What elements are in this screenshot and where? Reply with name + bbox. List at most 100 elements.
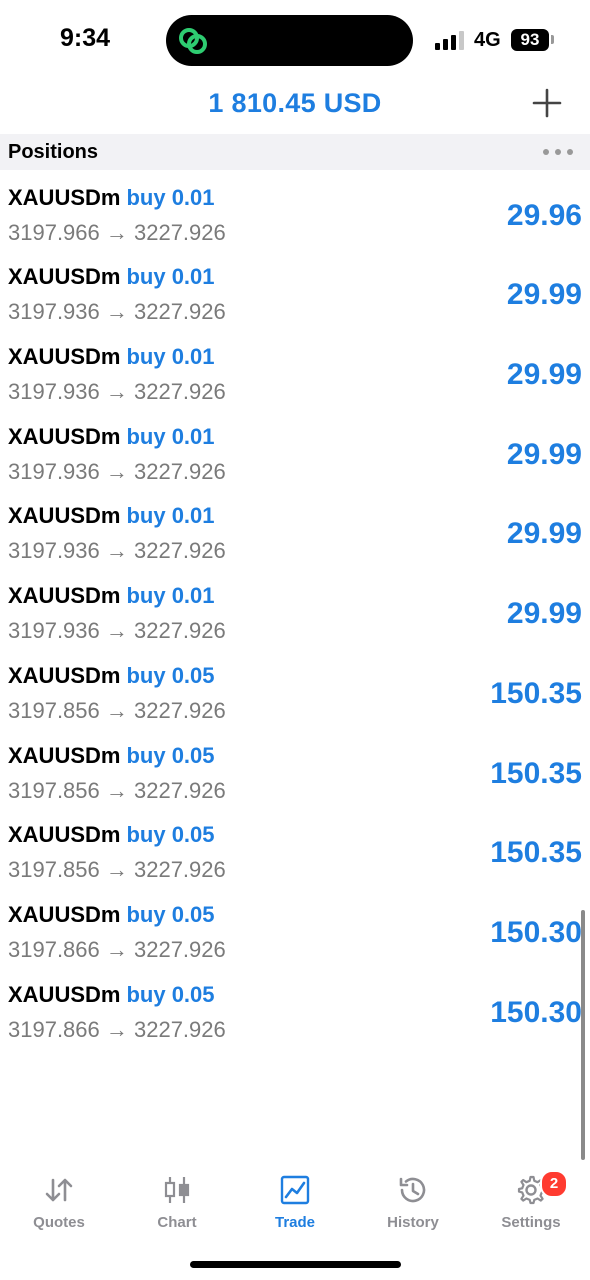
- tab-label: Quotes: [33, 1214, 85, 1231]
- position-prices: 3197.966 → 3227.926: [8, 219, 226, 245]
- link-circle-icon: [179, 28, 207, 54]
- position-side-volume: buy 0.01: [126, 344, 215, 370]
- more-dots-icon[interactable]: [540, 146, 576, 158]
- position-symbol: XAUUSDm: [8, 503, 121, 529]
- position-prices: 3197.936 → 3227.926: [8, 458, 226, 484]
- position-symbol: XAUUSDm: [8, 981, 121, 1007]
- tab-label: Settings: [501, 1214, 561, 1231]
- position-symbol: XAUUSDm: [8, 344, 121, 370]
- tab-bar: Quotes Chart Trade History 2 Settings: [0, 1160, 590, 1240]
- position-side-volume: buy 0.01: [126, 583, 215, 609]
- position-row[interactable]: XAUUSDm buy 0.05 3197.856 → 3227.926 150.35: [0, 655, 590, 735]
- quotes-arrows-icon: [45, 1178, 73, 1202]
- tab-quotes[interactable]: Quotes: [0, 1160, 118, 1240]
- position-side-volume: buy 0.05: [126, 901, 215, 927]
- position-prices: 3197.856 → 3227.926: [8, 857, 226, 883]
- position-side-volume: buy 0.05: [126, 822, 215, 848]
- plus-icon[interactable]: [530, 86, 564, 120]
- tab-chart[interactable]: Chart: [118, 1160, 236, 1240]
- position-symbol: XAUUSDm: [8, 184, 121, 210]
- position-symbol: XAUUSDm: [8, 901, 121, 927]
- position-side-volume: buy 0.05: [126, 742, 215, 768]
- position-instrument: XAUUSDm buy 0.05: [8, 663, 215, 689]
- status-time: 9:34: [60, 24, 111, 52]
- signal-icon: [435, 31, 464, 50]
- position-symbol: XAUUSDm: [8, 662, 121, 688]
- position-instrument: XAUUSDm buy 0.01: [8, 424, 215, 450]
- position-instrument: XAUUSDm buy 0.05: [8, 982, 215, 1008]
- position-row[interactable]: XAUUSDm buy 0.05 3197.856 → 3227.926 150.35: [0, 735, 590, 815]
- position-symbol: XAUUSDm: [8, 822, 121, 848]
- position-row[interactable]: XAUUSDm buy 0.01 3197.936 → 3227.926 29.99: [0, 256, 590, 336]
- tab-label: History: [387, 1214, 439, 1231]
- home-indicator[interactable]: [190, 1261, 401, 1268]
- position-instrument: XAUUSDm buy 0.01: [8, 185, 215, 211]
- positions-title: Positions: [8, 141, 99, 163]
- position-symbol: XAUUSDm: [8, 742, 121, 768]
- account-balance[interactable]: 1 810.45 USD: [0, 88, 590, 119]
- history-clock-icon: [399, 1177, 426, 1203]
- candlestick-chart-icon: [164, 1177, 190, 1203]
- tab-history[interactable]: History: [354, 1160, 472, 1240]
- position-row[interactable]: XAUUSDm buy 0.05 3197.866 → 3227.926 150.30: [0, 974, 590, 1054]
- position-instrument: XAUUSDm buy 0.05: [8, 902, 215, 928]
- position-profit: 150.35: [490, 836, 582, 870]
- positions-rows: XAUUSDm buy 0.01 3197.966 → 3227.926 29.96 X…: [0, 170, 590, 1053]
- position-symbol: XAUUSDm: [8, 583, 121, 609]
- network-type: 4G: [474, 29, 501, 51]
- position-row[interactable]: XAUUSDm buy 0.05 3197.856 → 3227.926 150.35: [0, 814, 590, 894]
- position-instrument: XAUUSDm buy 0.05: [8, 822, 215, 848]
- trade-chart-icon: [280, 1175, 310, 1205]
- position-prices: 3197.866 → 3227.926: [8, 1016, 226, 1042]
- position-prices: 3197.936 → 3227.926: [8, 299, 226, 325]
- position-profit: 29.99: [506, 517, 582, 551]
- notification-badge: 2: [540, 1170, 568, 1198]
- position-row[interactable]: XAUUSDmbuy 0.013197.966 → 3227.92629.96: [0, 170, 590, 177]
- position-side-volume: buy 0.01: [126, 503, 215, 529]
- position-profit: 150.35: [490, 756, 582, 790]
- header: 1 810.45 USD: [0, 80, 590, 132]
- position-instrument: XAUUSDm buy 0.01: [8, 264, 215, 290]
- scrollbar[interactable]: [581, 910, 585, 1160]
- status-bar: 9:34 4G 93: [0, 0, 590, 80]
- battery-nub: [551, 35, 554, 44]
- position-instrument: XAUUSDm buy 0.05: [8, 743, 215, 769]
- position-side-volume: buy 0.01: [126, 423, 215, 449]
- position-profit: 29.99: [506, 278, 582, 312]
- position-prices: 3197.866 → 3227.926: [8, 936, 226, 962]
- position-row[interactable]: XAUUSDm buy 0.05 3197.866 → 3227.926 150.30: [0, 894, 590, 974]
- position-side-volume: buy 0.01: [126, 184, 215, 210]
- position-prices: 3197.936 → 3227.926: [8, 538, 226, 564]
- position-prices: 3197.856 → 3227.926: [8, 777, 226, 803]
- positions-list[interactable]: XAUUSDm buy 0.01 3197.966 → 3227.926 29.96 X…: [0, 170, 590, 1160]
- position-profit: 150.30: [490, 995, 582, 1029]
- position-profit: 29.99: [506, 358, 582, 392]
- position-row[interactable]: XAUUSDm buy 0.01 3197.936 → 3227.926 29.99: [0, 495, 590, 575]
- dynamic-island: [166, 15, 413, 66]
- position-prices: 3197.936 → 3227.926: [8, 618, 226, 644]
- tab-trade[interactable]: Trade: [236, 1160, 354, 1240]
- position-side-volume: buy 0.01: [126, 264, 215, 290]
- position-profit: 29.96: [506, 198, 582, 232]
- tab-settings[interactable]: 2 Settings: [472, 1160, 590, 1240]
- position-prices: 3197.856 → 3227.926: [8, 697, 226, 723]
- position-symbol: XAUUSDm: [8, 423, 121, 449]
- position-symbol: XAUUSDm: [8, 264, 121, 290]
- positions-header: Positions: [0, 134, 590, 170]
- position-instrument: XAUUSDm buy 0.01: [8, 344, 215, 370]
- battery-icon: 93: [511, 29, 549, 51]
- position-prices: 3197.936 → 3227.926: [8, 379, 226, 405]
- position-row[interactable]: XAUUSDm buy 0.01 3197.936 → 3227.926 29.99: [0, 416, 590, 496]
- position-profit: 29.99: [506, 597, 582, 631]
- position-instrument: XAUUSDm buy 0.01: [8, 583, 215, 609]
- tab-label: Chart: [157, 1214, 197, 1231]
- position-row[interactable]: XAUUSDm buy 0.01 3197.936 → 3227.926 29.99: [0, 575, 590, 655]
- tab-label: Trade: [274, 1214, 316, 1231]
- position-profit: 150.30: [490, 915, 582, 949]
- position-side-volume: buy 0.05: [126, 662, 215, 688]
- position-row[interactable]: XAUUSDmbuy 0.01 3197.966 → 3227.926 29.96: [0, 177, 590, 257]
- position-side-volume: buy 0.05: [126, 981, 215, 1007]
- position-row[interactable]: XAUUSDm buy 0.01 3197.936 → 3227.926 29.99: [0, 336, 590, 416]
- position-profit: 150.35: [490, 676, 582, 710]
- position-instrument: XAUUSDm buy 0.01: [8, 503, 215, 529]
